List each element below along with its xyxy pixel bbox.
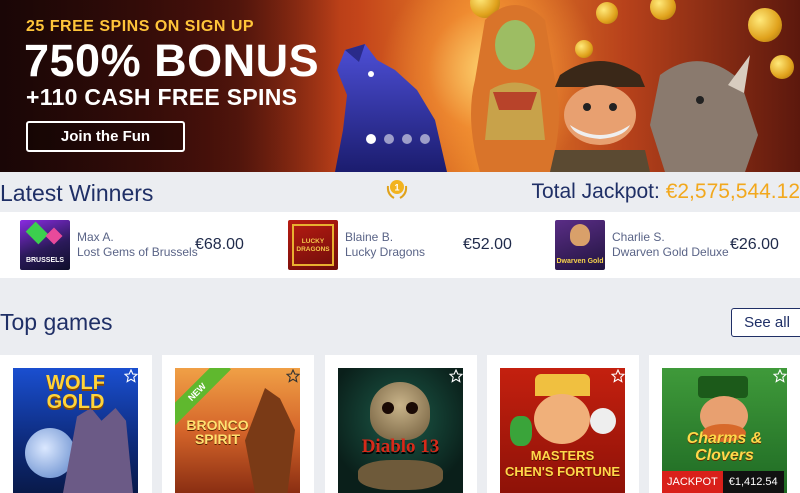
coin-icon	[650, 0, 676, 20]
coin-icon	[770, 55, 794, 79]
game-card[interactable]: NEW BRONCO SPIRIT	[162, 355, 314, 493]
medal-icon: 1	[386, 180, 408, 199]
game-thumbnail[interactable]: BRUSSELS	[20, 220, 70, 270]
game-thumbnail[interactable]: LUCKY DRAGONS	[288, 220, 338, 270]
jackpot-tag-label: JACKPOT	[662, 471, 723, 493]
jackpot-label: Total Jackpot:	[531, 180, 660, 203]
promo-headline: 750% BONUS	[24, 35, 320, 86]
favorite-star-icon[interactable]	[286, 369, 300, 383]
winners-list: BRUSSELS Max A. Lost Gems of Brussels €6…	[0, 212, 800, 278]
wolf-illustration	[335, 44, 447, 172]
winner-info: Charlie S. Dwarven Gold Deluxe	[612, 230, 729, 260]
carousel-dot[interactable]	[402, 134, 412, 144]
carousel-dots	[366, 134, 430, 144]
winner-amount: €26.00	[730, 236, 779, 253]
favorite-star-icon[interactable]	[773, 369, 787, 383]
game-title: Charms & Clovers	[686, 430, 763, 464]
latest-winners-title: Latest Winners	[0, 180, 154, 206]
jackpot-tag-value: €1,412.54	[722, 471, 784, 493]
game-card[interactable]: MASTERS CHEN'S FORTUNE	[487, 355, 639, 493]
winner-item[interactable]: BRUSSELS Max A. Lost Gems of Brussels	[20, 220, 198, 270]
favorite-star-icon[interactable]	[124, 369, 138, 383]
winner-name: Charlie S.	[612, 230, 665, 244]
winner-item[interactable]: Dwarven Gold Charlie S. Dwarven Gold Del…	[555, 220, 729, 270]
jackpot-amount: €2,575,544.12	[665, 180, 800, 203]
favorite-star-icon[interactable]	[449, 369, 463, 383]
game-art[interactable]: MASTERS CHEN'S FORTUNE	[500, 368, 625, 493]
game-art[interactable]: Charms & Clovers JACKPOT €1,412.54	[662, 368, 787, 493]
winner-amount: €68.00	[195, 236, 244, 253]
winner-name: Blaine B.	[345, 230, 394, 244]
winner-game: Lucky Dragons	[345, 245, 426, 259]
promo-banner[interactable]: 25 FREE SPINS ON SIGN UP 750% BONUS +110…	[0, 0, 800, 172]
winner-info: Blaine B. Lucky Dragons	[345, 230, 425, 260]
game-art[interactable]: Diablo 13	[338, 368, 463, 493]
coin-icon	[596, 2, 618, 24]
winner-name: Max A.	[77, 230, 114, 244]
coin-icon	[748, 8, 782, 42]
favorite-star-icon[interactable]	[611, 369, 625, 383]
winner-amount: €52.00	[463, 236, 512, 253]
game-art[interactable]: WOLF GOLD	[13, 368, 138, 493]
svg-text:1: 1	[394, 183, 399, 193]
top-games-title: Top games	[0, 309, 113, 335]
jackpot-tag: JACKPOT €1,412.54	[662, 471, 784, 493]
game-title: WOLF GOLD	[46, 372, 105, 413]
game-card[interactable]: WOLF GOLD	[0, 355, 152, 493]
see-all-button[interactable]: See all	[731, 308, 800, 337]
game-art[interactable]: NEW BRONCO SPIRIT	[175, 368, 300, 493]
total-jackpot: Total Jackpot: €2,575,544.12	[531, 180, 800, 204]
promo-subline: +110 CASH FREE SPINS	[26, 84, 298, 110]
join-the-fun-button[interactable]: Join the Fun	[26, 121, 185, 152]
carousel-dot[interactable]	[384, 134, 394, 144]
game-card[interactable]: Diablo 13	[325, 355, 477, 493]
rhino-illustration	[650, 55, 758, 172]
carousel-dot[interactable]	[420, 134, 430, 144]
game-thumbnail[interactable]: Dwarven Gold	[555, 220, 605, 270]
game-title: BRONCO SPIRIT	[186, 417, 249, 447]
game-card[interactable]: Charms & Clovers JACKPOT €1,412.54	[649, 355, 800, 493]
winner-item[interactable]: LUCKY DRAGONS Blaine B. Lucky Dragons	[288, 220, 425, 270]
winner-game: Lost Gems of Brussels	[77, 245, 198, 259]
game-title: MASTERS CHEN'S FORTUNE	[504, 448, 621, 479]
promo-tagline: 25 FREE SPINS ON SIGN UP	[26, 18, 255, 35]
winner-game: Dwarven Gold Deluxe	[612, 245, 729, 259]
carousel-dot[interactable]	[366, 134, 376, 144]
winner-info: Max A. Lost Gems of Brussels	[77, 230, 198, 260]
game-title: Diablo 13	[361, 436, 440, 457]
